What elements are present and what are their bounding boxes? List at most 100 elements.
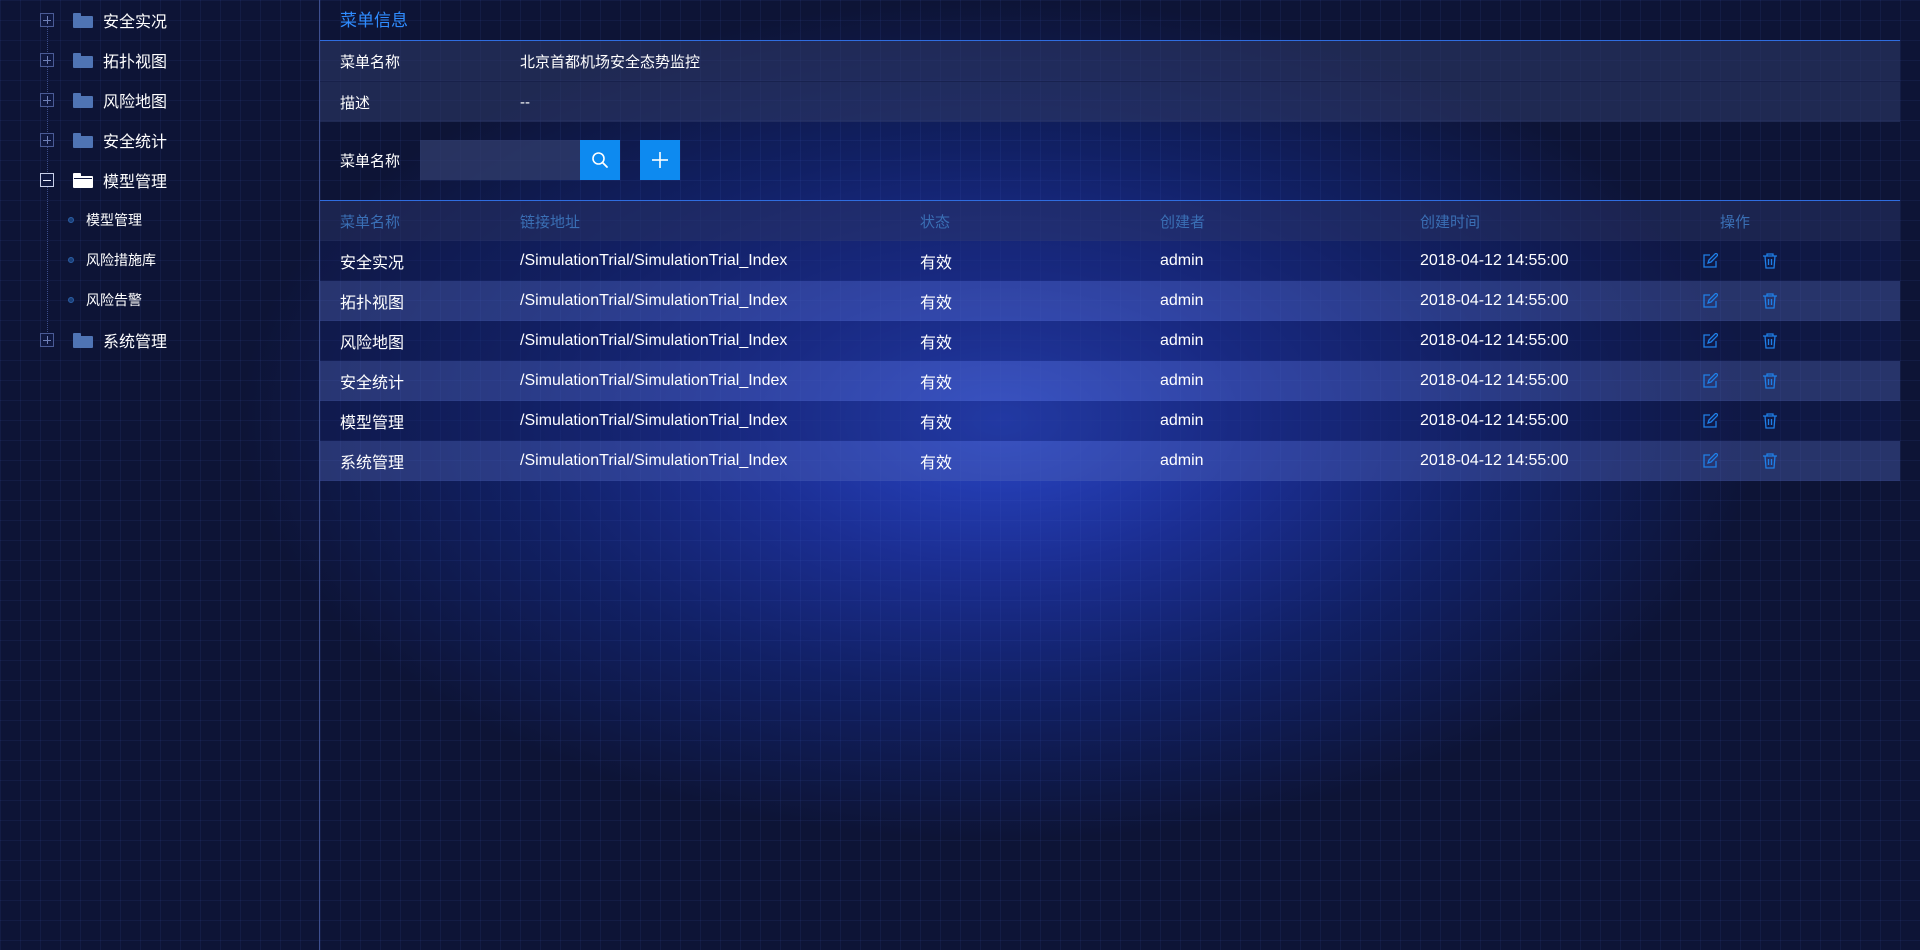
trash-icon <box>1763 333 1777 349</box>
cell-status: 有效 <box>920 335 953 352</box>
edit-icon <box>1703 333 1718 348</box>
plus-icon <box>652 152 668 168</box>
info-name-value: 北京首都机场安全态势监控 <box>520 53 701 71</box>
search-icon <box>592 152 608 168</box>
cell-status: 有效 <box>920 295 953 312</box>
delete-button[interactable] <box>1760 371 1780 391</box>
info-row-description: 描述 -- <box>320 81 1900 122</box>
trash-icon <box>1763 413 1777 429</box>
info-desc-label: 描述 <box>340 94 371 112</box>
edit-button[interactable] <box>1700 331 1720 351</box>
cell-operations <box>1700 331 1900 351</box>
folder-icon <box>73 12 93 28</box>
add-menu-button[interactable] <box>640 140 680 180</box>
cell-name: 模型管理 <box>340 415 405 432</box>
edit-button[interactable] <box>1700 291 1720 311</box>
cell-status: 有效 <box>920 455 953 472</box>
cell-operations <box>1700 411 1900 431</box>
cell-creator: admin <box>1160 332 1204 349</box>
edit-button[interactable] <box>1700 251 1720 271</box>
column-header-operations: 操作 <box>1720 213 1751 231</box>
table-row: 安全实况 /SimulationTrial/SimulationTrial_In… <box>320 241 1900 281</box>
expand-plus-icon[interactable] <box>40 93 54 107</box>
edit-button[interactable] <box>1700 371 1720 391</box>
tree-child-risk-alerts[interactable]: 风险告警 <box>68 280 142 320</box>
delete-button[interactable] <box>1760 251 1780 271</box>
tree-leaf-dot-icon <box>68 257 74 263</box>
expand-plus-icon[interactable] <box>40 133 54 147</box>
cell-url: /SimulationTrial/SimulationTrial_Index <box>520 372 788 389</box>
column-header-creator: 创建者 <box>1160 213 1206 231</box>
tree-child-model-management[interactable]: 模型管理 <box>68 200 142 240</box>
edit-icon <box>1703 413 1718 428</box>
search-button[interactable] <box>580 140 620 180</box>
search-label: 菜单名称 <box>340 153 401 170</box>
menu-tree-sidebar: 安全实况 拓扑视图 风险地图 安全统计 模型管理 模型管理 风险措施库 风险告警… <box>0 0 320 950</box>
column-header-name: 菜单名称 <box>340 213 401 231</box>
cell-url: /SimulationTrial/SimulationTrial_Index <box>520 452 788 469</box>
tree-node-label: 安全统计 <box>103 134 168 151</box>
tree-node-risk-map[interactable]: 风险地图 <box>40 80 167 120</box>
search-bar: 菜单名称 <box>320 140 1900 180</box>
table-row: 系统管理 /SimulationTrial/SimulationTrial_In… <box>320 441 1900 481</box>
info-desc-value: -- <box>520 93 530 111</box>
delete-button[interactable] <box>1760 331 1780 351</box>
folder-icon <box>73 332 93 348</box>
tree-child-risk-measures[interactable]: 风险措施库 <box>68 240 156 280</box>
delete-button[interactable] <box>1760 411 1780 431</box>
info-name-label: 菜单名称 <box>340 53 401 71</box>
edit-button[interactable] <box>1700 411 1720 431</box>
delete-button[interactable] <box>1760 291 1780 311</box>
tree-child-label: 模型管理 <box>86 212 142 228</box>
cell-name: 系统管理 <box>340 455 405 472</box>
cell-status: 有效 <box>920 255 953 272</box>
expand-plus-icon[interactable] <box>40 333 54 347</box>
main-panel: 菜单信息 菜单名称 北京首都机场安全态势监控 描述 -- 菜单名称 菜单名称 链… <box>320 0 1900 950</box>
table-row: 安全统计 /SimulationTrial/SimulationTrial_In… <box>320 361 1900 401</box>
cell-created-at: 2018-04-12 14:55:00 <box>1420 332 1569 349</box>
cell-creator: admin <box>1160 292 1204 309</box>
tree-leaf-dot-icon <box>68 297 74 303</box>
cell-name: 安全实况 <box>340 255 405 272</box>
cell-created-at: 2018-04-12 14:55:00 <box>1420 292 1569 309</box>
tree-node-label: 安全实况 <box>103 14 168 31</box>
column-header-status: 状态 <box>920 213 951 231</box>
cell-url: /SimulationTrial/SimulationTrial_Index <box>520 292 788 309</box>
cell-created-at: 2018-04-12 14:55:00 <box>1420 372 1569 389</box>
tree-node-model-management[interactable]: 模型管理 <box>40 160 167 200</box>
tree-node-safety-live[interactable]: 安全实况 <box>40 0 167 40</box>
tree-child-label: 风险措施库 <box>86 252 156 268</box>
expand-plus-icon[interactable] <box>40 13 54 27</box>
cell-status: 有效 <box>920 415 953 432</box>
tree-node-system-management[interactable]: 系统管理 <box>40 320 167 360</box>
folder-icon <box>73 132 93 148</box>
cell-name: 拓扑视图 <box>340 295 405 312</box>
edit-icon <box>1703 293 1718 308</box>
folder-icon <box>73 52 93 68</box>
menu-table: 菜单名称 链接地址 状态 创建者 创建时间 操作 安全实况 /Simulatio… <box>320 200 1900 481</box>
menu-name-search-input[interactable] <box>420 140 580 180</box>
edit-button[interactable] <box>1700 451 1720 471</box>
cell-status: 有效 <box>920 375 953 392</box>
cell-creator: admin <box>1160 452 1204 469</box>
edit-icon <box>1703 373 1718 388</box>
tree-leaf-dot-icon <box>68 217 74 223</box>
tree-node-topology-view[interactable]: 拓扑视图 <box>40 40 167 80</box>
cell-operations <box>1700 291 1900 311</box>
cell-created-at: 2018-04-12 14:55:00 <box>1420 452 1569 469</box>
delete-button[interactable] <box>1760 451 1780 471</box>
cell-operations <box>1700 451 1900 471</box>
cell-operations <box>1700 371 1900 391</box>
collapse-minus-icon[interactable] <box>40 173 54 187</box>
cell-created-at: 2018-04-12 14:55:00 <box>1420 412 1569 429</box>
cell-name: 风险地图 <box>340 335 405 352</box>
expand-plus-icon[interactable] <box>40 53 54 67</box>
edit-icon <box>1703 453 1718 468</box>
cell-creator: admin <box>1160 372 1204 389</box>
cell-created-at: 2018-04-12 14:55:00 <box>1420 252 1569 269</box>
cell-url: /SimulationTrial/SimulationTrial_Index <box>520 412 788 429</box>
cell-name: 安全统计 <box>340 375 405 392</box>
tree-node-safety-stats[interactable]: 安全统计 <box>40 120 167 160</box>
menu-info-box: 菜单名称 北京首都机场安全态势监控 描述 -- <box>320 40 1900 122</box>
tree-child-label: 风险告警 <box>86 292 142 308</box>
